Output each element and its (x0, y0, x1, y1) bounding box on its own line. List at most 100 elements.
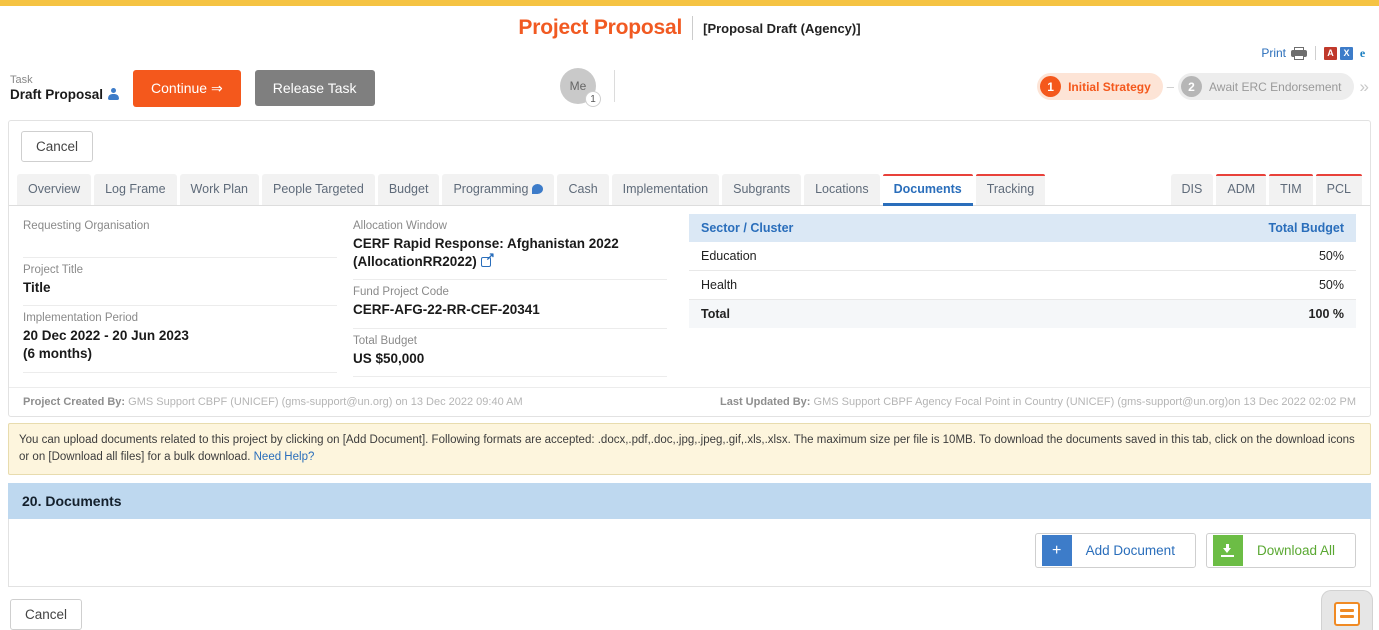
field-implementation-period-value: 20 Dec 2022 - 20 Jun 2023 (6 months) (23, 328, 189, 362)
comment-bubble-icon (532, 184, 544, 194)
tab-log-frame[interactable]: Log Frame (94, 174, 177, 205)
project-summary: Requesting Organisation Project Title Ti… (9, 206, 1370, 377)
page-root: Project Proposal [Proposal Draft (Agency… (0, 0, 1379, 630)
download-all-label: Download All (1256, 543, 1335, 559)
field-requesting-organisation-label: Requesting Organisation (23, 220, 150, 232)
field-requesting-organisation: Requesting Organisation (23, 214, 337, 258)
workflow-step-1-number: 1 (1040, 76, 1062, 97)
summary-fields: Requesting Organisation Project Title Ti… (9, 214, 689, 377)
summary-column-left: Requesting Organisation Project Title Ti… (23, 214, 353, 377)
pdf-icon[interactable]: A (1324, 46, 1337, 60)
release-task-button[interactable]: Release Task (254, 70, 375, 106)
chat-glyph (1334, 601, 1360, 626)
cancel-button-bottom[interactable]: Cancel (10, 599, 83, 630)
toolbar-divider (1315, 46, 1316, 60)
workflow-step-1-label: Initial Strategy (1068, 79, 1151, 94)
record-metadata: Project Created By: GMS Support CBPF (UN… (9, 386, 1370, 416)
field-allocation-window: Allocation Window CERF Rapid Response: A… (353, 214, 667, 281)
task-label: Task (10, 73, 33, 86)
field-total-budget: Total Budget US $50,000 (353, 329, 667, 377)
tab-overview[interactable]: Overview (17, 174, 92, 205)
tab-implementation[interactable]: Implementation (611, 174, 720, 205)
field-total-budget-label: Total Budget (353, 334, 417, 347)
cell-sector-health: Health (689, 270, 1049, 300)
workflow-step-1[interactable]: 1 Initial Strategy (1037, 73, 1163, 100)
table-total-row: Total 100 % (689, 299, 1356, 328)
excel-icon[interactable]: X (1340, 46, 1353, 60)
tab-tim[interactable]: TIM (1269, 174, 1313, 205)
cell-total-label: Total (689, 299, 1049, 328)
print-link[interactable]: Print (1261, 46, 1286, 60)
field-allocation-window-value: CERF Rapid Response: Afghanistan 2022 (A… (353, 235, 667, 271)
tab-cash[interactable]: Cash (557, 174, 609, 205)
avatar[interactable]: Me 1 (560, 68, 601, 107)
field-project-title-value: Title (23, 280, 51, 295)
page-subtitle: [Proposal Draft (Agency)] (703, 20, 861, 36)
avatar-divider (614, 70, 615, 102)
tab-tracking[interactable]: Tracking (975, 174, 1046, 205)
workflow-step-2-number: 2 (1181, 76, 1203, 97)
workflow-step-2-label: Await ERC Endorsement (1209, 79, 1342, 94)
printer-icon[interactable] (1291, 46, 1307, 60)
tab-programming[interactable]: Programming (442, 174, 555, 205)
page-header: Project Proposal [Proposal Draft (Agency… (0, 6, 1379, 42)
external-link-icon[interactable]: ↗ (480, 252, 495, 268)
upload-info-notice: You can upload documents related to this… (8, 422, 1371, 476)
field-allocation-window-label: Allocation Window (353, 220, 447, 232)
need-help-link[interactable]: Need Help? (254, 451, 315, 463)
page-title: Project Proposal (518, 16, 683, 39)
workflow-steps: 1 Initial Strategy – 2 Await ERC Endorse… (1037, 73, 1369, 100)
person-icon (108, 88, 120, 101)
field-project-title: Project Title Title (23, 258, 337, 307)
field-total-budget-value: US $50,000 (353, 350, 425, 366)
created-by-label: Project Created By: (23, 395, 126, 408)
chat-widget-icon[interactable] (1321, 590, 1373, 630)
created-by-value: GMS Support CBPF (UNICEF) (gms-support@u… (128, 395, 523, 408)
summary-column-right: Allocation Window CERF Rapid Response: A… (353, 214, 683, 377)
tab-locations[interactable]: Locations (804, 174, 880, 205)
tab-people-targeted[interactable]: People Targeted (261, 174, 375, 205)
updated-by: Last Updated By: GMS Support CBPF Agency… (720, 396, 1356, 408)
main-card: Cancel Overview Log Frame Work Plan Peop… (8, 120, 1371, 417)
download-icon (1212, 535, 1243, 567)
title-divider (692, 16, 694, 40)
task-name: Draft Proposal (10, 87, 120, 103)
chevron-double-right-icon[interactable]: » (1360, 77, 1369, 97)
cancel-button-top[interactable]: Cancel (21, 131, 94, 162)
card-toolbar: Cancel (9, 121, 1370, 174)
sector-cluster-table: Sector / Cluster Total Budget Education … (689, 214, 1356, 328)
field-implementation-period-label: Implementation Period (23, 312, 139, 325)
tab-dis[interactable]: DIS (1170, 174, 1214, 205)
export-format-icons: A X e (1324, 46, 1369, 60)
workflow-step-2[interactable]: 2 Await ERC Endorsement (1178, 73, 1354, 100)
tab-budget[interactable]: Budget (377, 174, 440, 205)
cell-budget-health: 50% (1048, 270, 1356, 300)
tab-work-plan[interactable]: Work Plan (179, 174, 259, 205)
task-toolbar: Task Draft Proposal Continue ⇒ Release T… (0, 64, 1379, 112)
documents-section-title: 20. Documents (8, 483, 1371, 520)
ie-icon[interactable]: e (1356, 46, 1369, 60)
add-document-button[interactable]: + Add Document (1034, 533, 1196, 569)
updated-by-label: Last Updated By: (720, 395, 811, 408)
col-sector-cluster: Sector / Cluster (689, 214, 1049, 242)
field-project-title-label: Project Title (23, 264, 84, 276)
tab-bar-right: DIS ADM TIM PCL (1170, 174, 1363, 205)
tab-documents[interactable]: Documents (882, 174, 973, 206)
cell-total-budget: 100 % (1048, 299, 1356, 328)
add-document-label: Add Document (1085, 543, 1175, 559)
tab-adm[interactable]: ADM (1216, 174, 1267, 205)
tab-subgrants[interactable]: Subgrants (722, 174, 802, 205)
continue-button[interactable]: Continue ⇒ (133, 69, 241, 107)
created-by: Project Created By: GMS Support CBPF (UN… (23, 396, 523, 408)
current-user-area: Me 1 (560, 68, 615, 107)
workflow-separator: – (1166, 79, 1175, 94)
cell-budget-education: 50% (1048, 242, 1356, 271)
cell-sector-education: Education (689, 242, 1049, 271)
tab-pcl[interactable]: PCL (1315, 174, 1363, 205)
field-implementation-period: Implementation Period 20 Dec 2022 - 20 J… (23, 306, 337, 373)
avatar-badge: 1 (585, 91, 601, 107)
table-row: Health 50% (689, 270, 1356, 300)
plus-icon: + (1041, 535, 1072, 567)
table-header-row: Sector / Cluster Total Budget (689, 214, 1356, 242)
download-all-button[interactable]: Download All (1205, 533, 1356, 569)
